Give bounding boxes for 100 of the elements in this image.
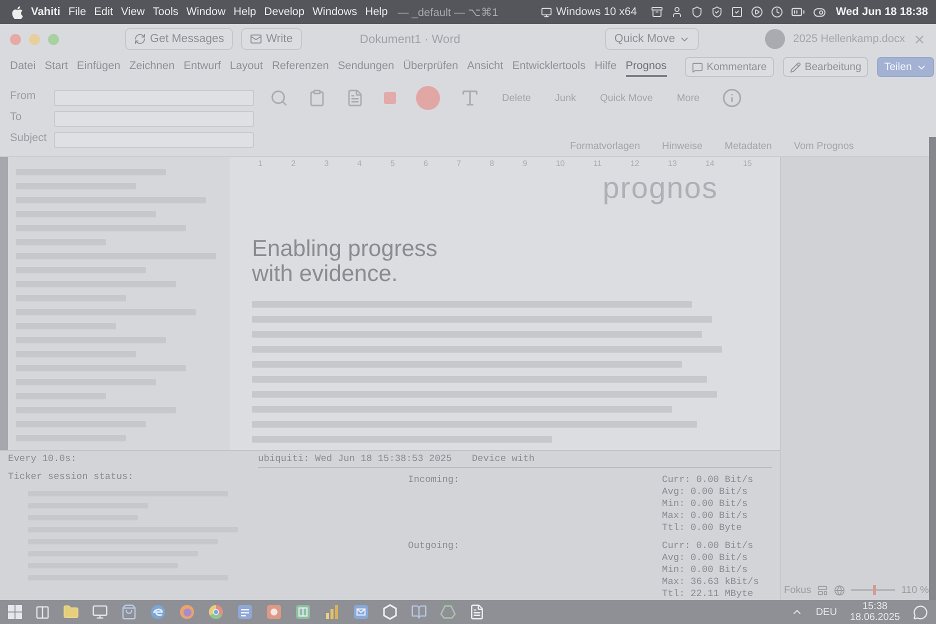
- field-label: Subject: [10, 132, 48, 146]
- comments-button[interactable]: Kommentare: [684, 57, 774, 77]
- web-layout-icon[interactable]: [834, 585, 846, 596]
- notification-icon[interactable]: [913, 604, 928, 620]
- shield-icon[interactable]: [690, 6, 703, 18]
- box-icon[interactable]: [650, 6, 663, 18]
- clock-icon[interactable]: [770, 6, 783, 18]
- traffic-stat: Ttl: 22.11 MByte: [662, 588, 754, 600]
- apple-icon[interactable]: [12, 6, 23, 18]
- wheel-icon[interactable]: [208, 604, 224, 620]
- ribbon-tab[interactable]: Prognos: [626, 57, 667, 77]
- windows-logo-icon[interactable]: [8, 605, 22, 619]
- traffic-stat: Max: 36.63 kBit/s: [662, 576, 760, 588]
- scrollbar-track[interactable]: [929, 137, 936, 600]
- bag-icon[interactable]: [121, 604, 137, 620]
- menu-item[interactable]: Tools: [152, 6, 178, 18]
- ribbon-tab[interactable]: Überprüfen: [403, 57, 458, 77]
- book-icon[interactable]: [411, 604, 427, 620]
- menu-item[interactable]: Help: [365, 6, 388, 18]
- checkbox-icon[interactable]: [730, 6, 743, 18]
- ribbon-tab[interactable]: Einfügen: [76, 57, 120, 77]
- print-layout-icon[interactable]: [817, 585, 828, 596]
- ribbon-tab[interactable]: Datei: [10, 57, 36, 77]
- refresh-icon: [134, 33, 146, 45]
- folder-icon[interactable]: [63, 604, 79, 620]
- monitor-icon[interactable]: [92, 604, 108, 620]
- type-icon[interactable]: [460, 88, 480, 108]
- envelope-icon: [250, 33, 262, 45]
- swirl-icon[interactable]: [150, 604, 166, 620]
- language-indicator[interactable]: DEU: [816, 606, 837, 618]
- circle-tile-icon[interactable]: [266, 604, 282, 620]
- comment-icon: [692, 62, 703, 72]
- document-heading: Enabling progress: [252, 236, 438, 262]
- zoom-slider-thumb[interactable]: [873, 585, 876, 595]
- quick-move-button[interactable]: Quick Move: [605, 28, 700, 50]
- share-button[interactable]: Teilen: [877, 57, 934, 77]
- traffic-stat: Min: 0.00 Bit/s: [662, 564, 749, 576]
- zoom-window-button[interactable]: [48, 34, 59, 44]
- file-icon[interactable]: [469, 604, 485, 620]
- ribbon-tab[interactable]: Ansicht: [467, 57, 504, 77]
- avatar[interactable]: [765, 29, 786, 49]
- ribbon-tab[interactable]: Start: [44, 57, 68, 77]
- close-window-button[interactable]: [10, 34, 21, 44]
- monitor-icon: [541, 6, 552, 18]
- ribbon-tab[interactable]: Entwurf: [184, 57, 221, 77]
- info-icon[interactable]: [722, 88, 742, 108]
- minimize-window-button[interactable]: [29, 34, 40, 44]
- menu-bar-clock: Wed Jun 18 18:38: [836, 6, 928, 18]
- search-icon[interactable]: [270, 89, 288, 107]
- ribbon-tab[interactable]: Layout: [230, 57, 263, 77]
- write-button[interactable]: Write: [241, 28, 302, 50]
- close-icon[interactable]: [913, 32, 926, 46]
- bar-chart-icon[interactable]: [324, 604, 340, 620]
- ribbon-tab[interactable]: Referenzen: [272, 57, 329, 77]
- traffic-stat: Avg: 0.00 Bit/s: [662, 486, 749, 498]
- ribbon-tab[interactable]: Entwicklertools: [512, 57, 586, 77]
- hexagon-outline-icon[interactable]: [440, 604, 456, 620]
- get-messages-button[interactable]: Get Messages: [125, 28, 234, 50]
- page-icon[interactable]: [346, 89, 364, 107]
- app-menu[interactable]: Vahiti: [31, 6, 60, 18]
- traffic-stat: Curr: 0.00 Bit/s: [662, 540, 754, 552]
- circle-icon[interactable]: [416, 86, 440, 110]
- ribbon-tab[interactable]: Zeichnen: [129, 57, 175, 77]
- vm-menu-item[interactable]: Windows 10 x64: [541, 6, 637, 18]
- terminal-text: Incoming:: [407, 474, 460, 486]
- menu-item[interactable]: Develop: [264, 6, 304, 18]
- traffic-stat: Min: 0.00 Bit/s: [662, 498, 749, 510]
- window-title: — _default — ⌥⌘1: [398, 6, 498, 18]
- terminal-text: Outgoing:: [407, 540, 460, 552]
- shield-check-icon[interactable]: [710, 6, 723, 18]
- ribbon-tab[interactable]: Sendungen: [338, 57, 394, 77]
- menu-item[interactable]: Windows: [312, 6, 358, 18]
- menu-item[interactable]: Window: [186, 6, 226, 18]
- hexagon-icon[interactable]: [382, 604, 398, 620]
- grid-tile-icon[interactable]: [295, 604, 311, 620]
- traffic-stat: Avg: 0.00 Bit/s: [662, 552, 749, 564]
- document-title: Dokument1 · Word: [360, 32, 460, 46]
- pencil-icon: [790, 62, 801, 72]
- field-label: To: [10, 111, 23, 125]
- person-icon[interactable]: [670, 6, 683, 18]
- battery-icon[interactable]: [790, 5, 805, 19]
- clipboard-icon[interactable]: [308, 89, 326, 107]
- square-icon[interactable]: [384, 92, 396, 104]
- play-icon[interactable]: [750, 6, 763, 18]
- menu-item[interactable]: File: [68, 6, 86, 18]
- menu-item[interactable]: View: [121, 6, 145, 18]
- taskbar-date[interactable]: 18.06.2025: [850, 612, 900, 623]
- toggle-icon[interactable]: [812, 6, 826, 18]
- document-heading: with evidence.: [252, 261, 398, 287]
- ribbon-tab[interactable]: Hilfe: [594, 57, 617, 77]
- menu-item[interactable]: Edit: [94, 6, 114, 18]
- menu-item[interactable]: Help: [234, 6, 256, 18]
- lines-tile-icon[interactable]: [237, 604, 253, 620]
- mail-tile-icon[interactable]: [353, 604, 369, 620]
- editing-button[interactable]: Bearbeitung: [782, 57, 868, 77]
- traffic-stat: Ttl: 0.00 Byte: [662, 522, 743, 534]
- terminal-text: ubiquiti: Wed Jun 18 15:38:53 2025: [258, 453, 452, 465]
- ring-icon[interactable]: [179, 604, 195, 620]
- taskbar-time[interactable]: 15:38: [862, 601, 888, 612]
- task-view-icon[interactable]: [35, 604, 50, 620]
